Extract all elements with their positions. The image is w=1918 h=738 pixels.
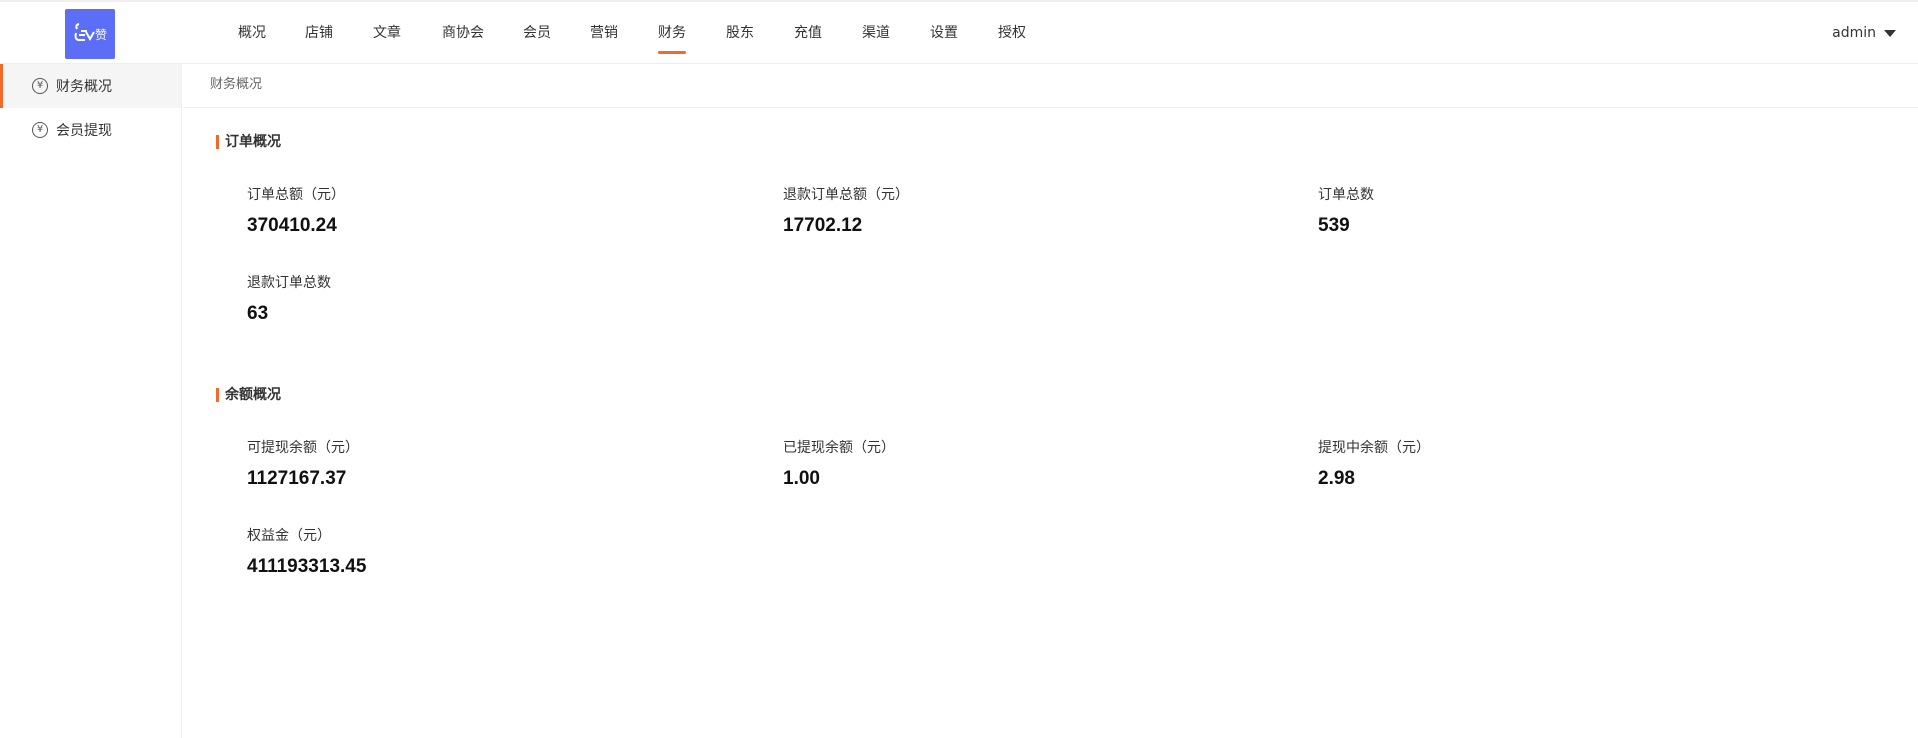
stat-order-total: 订单总额（元） 370410.24 bbox=[247, 186, 345, 238]
nav-chamber[interactable]: 商协会 bbox=[442, 2, 523, 64]
stat-value: 539 bbox=[1318, 215, 1350, 236]
stat-refund-order-total: 退款订单总额（元） 17702.12 bbox=[783, 186, 909, 238]
main-nav: 概况 店铺 文章 商协会 会员 营销 财务 股东 充值 渠道 设置 授权 bbox=[238, 2, 1038, 64]
stat-label: 订单总额（元） bbox=[247, 187, 345, 203]
nav-shareholder[interactable]: 股东 bbox=[726, 2, 794, 64]
nav-settings[interactable]: 设置 bbox=[930, 2, 998, 64]
nav-marketing[interactable]: 营销 bbox=[590, 2, 658, 64]
sidebar-item-finance-overview[interactable]: ¥ 财务概况 bbox=[0, 64, 181, 108]
logo-icon: 赞 bbox=[74, 23, 107, 42]
nav-finance[interactable]: 财务 bbox=[658, 2, 686, 64]
breadcrumb: 财务概况 bbox=[183, 64, 1918, 108]
sidebar-item-label: 财务概况 bbox=[56, 79, 112, 95]
stat-label: 订单总数 bbox=[1318, 187, 1374, 203]
stat-label: 已提现余额（元） bbox=[783, 440, 895, 456]
nav-overview[interactable]: 概况 bbox=[238, 2, 305, 64]
stat-label: 退款订单总额（元） bbox=[783, 187, 909, 203]
user-menu[interactable]: admin bbox=[1832, 2, 1896, 64]
stat-refund-order-count: 退款订单总数 63 bbox=[247, 274, 331, 326]
svg-text:赞: 赞 bbox=[95, 28, 107, 42]
withdraw-icon: ¥ bbox=[32, 122, 48, 138]
section-title-orders: 订单概况 bbox=[216, 134, 281, 150]
stat-value: 17702.12 bbox=[783, 215, 863, 236]
stat-label: 退款订单总数 bbox=[247, 275, 331, 291]
nav-member[interactable]: 会员 bbox=[523, 2, 590, 64]
nav-shop[interactable]: 店铺 bbox=[305, 2, 373, 64]
stat-pending-withdraw-balance: 提现中余额（元） 2.98 bbox=[1318, 439, 1430, 491]
stat-withdrawable-balance: 可提现余额（元） 1127167.37 bbox=[247, 439, 359, 491]
sidebar: ¥ 财务概况 ¥ 会员提现 bbox=[0, 64, 182, 738]
stat-label: 提现中余额（元） bbox=[1318, 440, 1430, 456]
nav-article[interactable]: 文章 bbox=[373, 2, 442, 64]
app-logo[interactable]: 赞 bbox=[65, 9, 115, 59]
stat-value: 1127167.37 bbox=[247, 468, 347, 489]
nav-authorization[interactable]: 授权 bbox=[998, 2, 1038, 64]
stat-value: 370410.24 bbox=[247, 215, 337, 236]
section-title-balance: 余额概况 bbox=[216, 387, 281, 403]
stat-label: 可提现余额（元） bbox=[247, 440, 359, 456]
breadcrumb-item: 财务概况 bbox=[210, 77, 263, 92]
sidebar-item-member-withdraw[interactable]: ¥ 会员提现 bbox=[0, 108, 181, 152]
stat-value: 1.00 bbox=[783, 468, 820, 489]
stat-value: 2.98 bbox=[1318, 468, 1355, 489]
stat-equity-fund: 权益金（元） 411193313.45 bbox=[247, 527, 366, 579]
stat-value: 411193313.45 bbox=[247, 556, 367, 577]
sidebar-item-label: 会员提现 bbox=[56, 123, 112, 139]
stat-label: 权益金（元） bbox=[247, 528, 331, 544]
stat-withdrawn-balance: 已提现余额（元） 1.00 bbox=[783, 439, 895, 491]
stat-value: 63 bbox=[247, 303, 269, 324]
top-navigation-bar: 赞 概况 店铺 文章 商协会 会员 营销 财务 股东 充值 渠道 设置 授权 a… bbox=[0, 0, 1918, 64]
caret-down-icon bbox=[1884, 29, 1896, 37]
stat-order-count: 订单总数 539 bbox=[1318, 186, 1374, 238]
nav-recharge[interactable]: 充值 bbox=[794, 2, 862, 64]
yuan-circle-icon: ¥ bbox=[32, 78, 48, 94]
nav-channel[interactable]: 渠道 bbox=[862, 2, 930, 64]
username: admin bbox=[1832, 25, 1876, 41]
